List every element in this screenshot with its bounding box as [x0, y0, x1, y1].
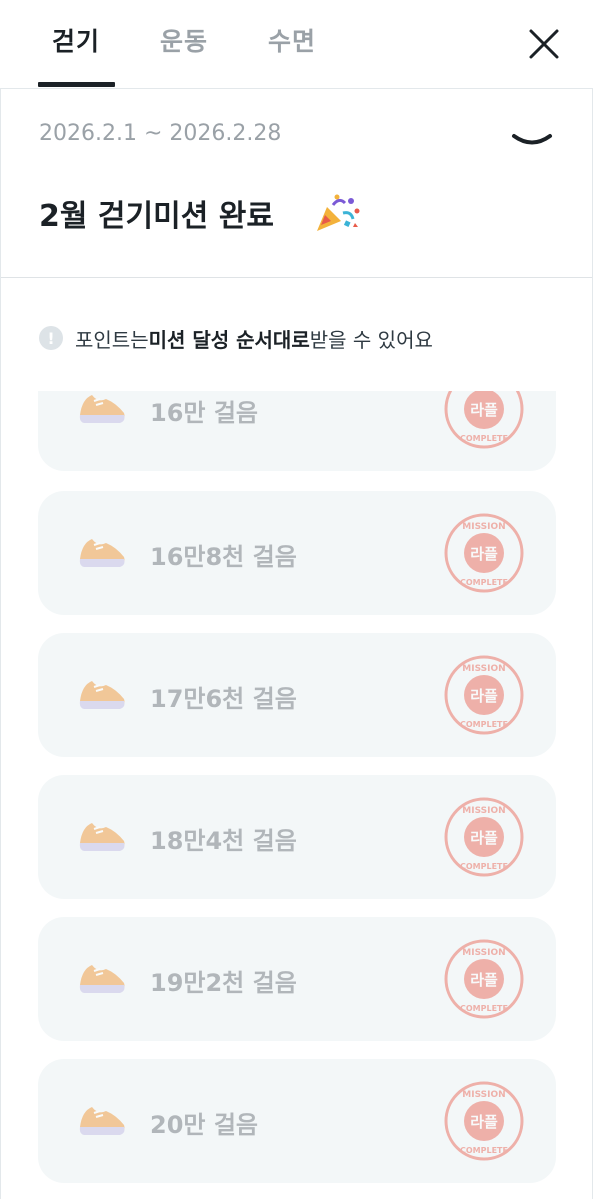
- mission-card: 16만 걸음 라플 MISSION COMPLETE: [38, 391, 556, 471]
- mission-complete-stamp: 라플 MISSION COMPLETE: [444, 797, 524, 877]
- stamp-center-text: 라플: [470, 1113, 498, 1131]
- shoe-icon: [79, 395, 125, 423]
- stamp-bottom-text: COMPLETE: [460, 578, 508, 587]
- mission-label: 19만2천 걸음: [150, 969, 297, 997]
- mission-label: 20만 걸음: [150, 1111, 258, 1139]
- stamp-top-text: MISSION: [462, 1090, 505, 1100]
- shoe-icon: [79, 1107, 125, 1135]
- party-popper-icon: [317, 194, 360, 231]
- notice-prefix: 포인트는: [75, 327, 149, 352]
- stamp-center-text: 라플: [470, 829, 498, 847]
- stamp-bottom-text: COMPLETE: [460, 434, 508, 443]
- mission-complete-stamp: 라플 MISSION COMPLETE: [444, 513, 524, 593]
- shoe-icon: [79, 681, 125, 709]
- shoe-icon: [79, 539, 125, 567]
- mission-label: 16만 걸음: [150, 399, 258, 427]
- mission-title: 2월 걷기미션 완료: [39, 199, 274, 234]
- mission-complete-stamp: 라플 MISSION COMPLETE: [444, 391, 524, 449]
- points-notice: ! 포인트는 미션 달성 순서대로 받을 수 있어요: [39, 323, 433, 353]
- mission-label: 18만4천 걸음: [150, 827, 297, 855]
- tab-exercise[interactable]: 운동: [160, 22, 208, 58]
- mission-panel: 2026.2.1 ~ 2026.2.28 2월 걷기미션 완료 ! 포인트는 미…: [0, 88, 593, 1199]
- stamp-bottom-text: COMPLETE: [460, 862, 508, 871]
- tab-bar: 걷기 운동 수면: [0, 0, 593, 88]
- shoe-icon: [79, 965, 125, 993]
- notice-bold: 미션 달성 순서대로: [148, 327, 310, 352]
- chevron-down-icon[interactable]: [509, 129, 555, 155]
- stamp-top-text: MISSION: [462, 806, 505, 816]
- tab-sleep[interactable]: 수면: [268, 22, 316, 58]
- stamp-center-text: 라플: [470, 401, 498, 419]
- mission-list[interactable]: 16만 걸음 라플 MISSION COMPLETE 16만8천 걸음 라플 M…: [1, 391, 592, 1199]
- mission-card: 20만 걸음 라플 MISSION COMPLETE: [38, 1059, 556, 1183]
- stamp-bottom-text: COMPLETE: [460, 720, 508, 729]
- mission-header: 2026.2.1 ~ 2026.2.28 2월 걷기미션 완료: [1, 89, 592, 278]
- stamp-center-text: 라플: [470, 687, 498, 705]
- tab-walking[interactable]: 걷기: [52, 22, 100, 58]
- stamp-top-text: MISSION: [462, 664, 505, 674]
- mission-card: 16만8천 걸음 라플 MISSION COMPLETE: [38, 491, 556, 615]
- close-icon[interactable]: [526, 26, 562, 62]
- mission-complete-stamp: 라플 MISSION COMPLETE: [444, 939, 524, 1019]
- mission-card: 18만4천 걸음 라플 MISSION COMPLETE: [38, 775, 556, 899]
- stamp-top-text: MISSION: [462, 522, 505, 532]
- mission-label: 17만6천 걸음: [150, 685, 297, 713]
- stamp-center-text: 라플: [470, 971, 498, 989]
- mission-label: 16만8천 걸음: [150, 543, 297, 571]
- notice-suffix: 받을 수 있어요: [309, 327, 433, 352]
- mission-period: 2026.2.1 ~ 2026.2.28: [39, 121, 282, 146]
- mission-card: 17만6천 걸음 라플 MISSION COMPLETE: [38, 633, 556, 757]
- mission-card: 19만2천 걸음 라플 MISSION COMPLETE: [38, 917, 556, 1041]
- shoe-icon: [79, 823, 125, 851]
- stamp-bottom-text: COMPLETE: [460, 1146, 508, 1155]
- mission-complete-stamp: 라플 MISSION COMPLETE: [444, 655, 524, 735]
- stamp-center-text: 라플: [470, 545, 498, 563]
- stamp-top-text: MISSION: [462, 948, 505, 958]
- info-icon: !: [39, 326, 63, 350]
- mission-complete-stamp: 라플 MISSION COMPLETE: [444, 1081, 524, 1161]
- stamp-bottom-text: COMPLETE: [460, 1004, 508, 1013]
- active-tab-indicator: [38, 82, 115, 87]
